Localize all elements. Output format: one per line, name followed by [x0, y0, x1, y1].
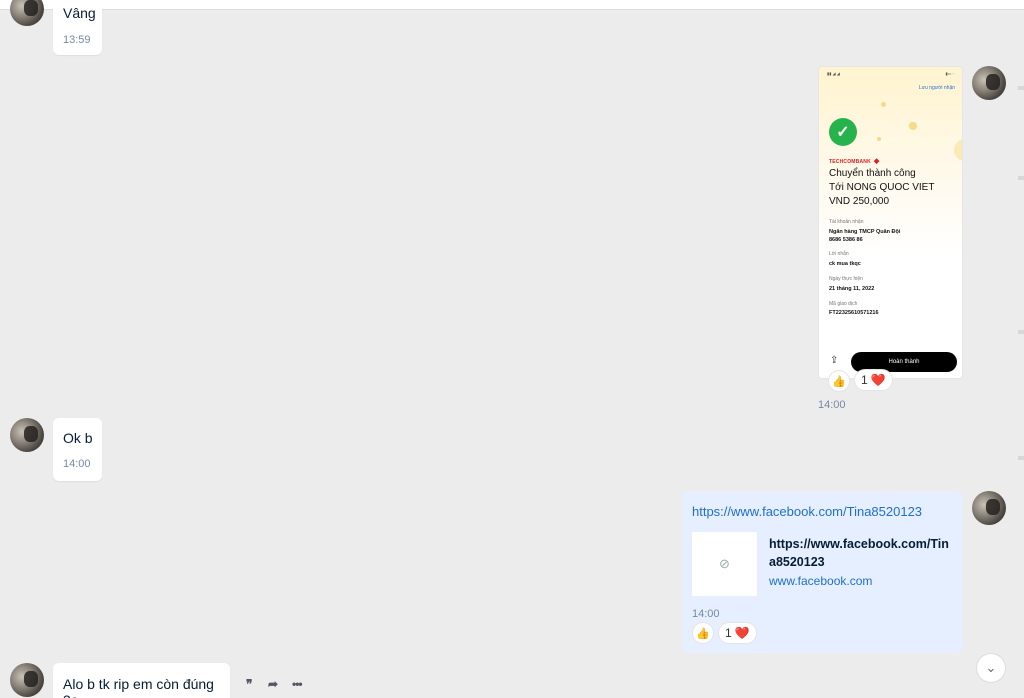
date-label: Ngày thực hiện — [829, 276, 863, 282]
success-check-icon: ✓ — [829, 118, 857, 146]
avatar-contact[interactable] — [10, 418, 44, 452]
message-value: ck mua tkqc — [829, 261, 861, 267]
link-icon: ⊘ — [719, 556, 730, 571]
account-label: Tài khoản nhận — [829, 219, 864, 225]
save-recipient-link: Lưu người nhận — [918, 85, 955, 91]
avatar-self[interactable] — [972, 491, 1006, 525]
bank-name: TECHCOMBANK — [829, 159, 871, 165]
forward-icon[interactable]: ➦ — [268, 677, 278, 691]
scroll-marker — [1018, 176, 1024, 180]
account-number: 8686 5386 86 — [829, 237, 863, 243]
message-time: 14:00 — [818, 399, 846, 411]
message-bubble-incoming[interactable]: Alo b tk rip em còn đúng 3c — [53, 663, 230, 698]
receipt-image[interactable]: ▮▮ ◢ ◢ ▮▭ ◦ Lưu người nhận ✓ TECHCOMBANK… — [818, 66, 963, 379]
reaction-pill[interactable]: 1 ❤️ — [855, 370, 892, 390]
reaction-pill[interactable]: 1 ❤️ — [719, 623, 756, 643]
txn-label: Mã giao dịch — [829, 301, 858, 307]
scroll-marker — [1018, 86, 1024, 90]
decor-dot — [877, 137, 881, 141]
quote-icon[interactable]: ❞ — [246, 677, 252, 691]
top-bar — [0, 0, 1024, 10]
bank-logo: TECHCOMBANK ◆ — [829, 157, 880, 165]
avatar-self[interactable] — [972, 66, 1006, 100]
decor-dot — [881, 102, 886, 107]
link-preview-domain[interactable]: www.facebook.com — [769, 574, 872, 588]
message-text: Alo b tk rip em còn đúng 3c — [63, 676, 214, 698]
scroll-marker — [1018, 456, 1024, 460]
avatar-contact[interactable] — [10, 0, 44, 26]
message-text: Ok b — [63, 430, 93, 446]
like-icon: 👍 — [832, 375, 846, 388]
message-time: 14:00 — [63, 458, 91, 470]
reaction-count: 1 — [861, 373, 868, 387]
message-time: 14:00 — [692, 608, 720, 620]
message-link[interactable]: https://www.facebook.com/Tina8520123 — [692, 504, 922, 519]
link-preview-title[interactable]: https://www.facebook.com/Tina8520123 — [769, 535, 954, 571]
date-value: 21 tháng 11, 2022 — [829, 286, 875, 292]
chevron-down-icon: ⌄ — [985, 660, 997, 675]
decor-dot — [954, 139, 962, 161]
receipt-line1: Chuyển thành công — [829, 168, 916, 179]
message-time: 13:59 — [63, 34, 91, 46]
heart-icon: ❤️ — [734, 626, 750, 640]
message-bubble-incoming[interactable]: Ok b 14:00 — [53, 418, 102, 481]
message-text: Vâng — [63, 5, 96, 21]
done-button: Hoàn thành — [851, 352, 957, 372]
txn-value: FT22325610571216 — [829, 310, 879, 316]
heart-icon: ❤️ — [870, 373, 886, 387]
phone-status-left: ▮▮ ◢ ◢ — [827, 71, 840, 76]
avatar-contact[interactable] — [10, 663, 44, 697]
receipt-line2: Tới NONG QUOC VIET — [829, 182, 935, 193]
account-bank: Ngân hàng TMCP Quân Đội — [829, 229, 901, 235]
phone-status-right: ▮▭ ◦ — [945, 71, 954, 76]
like-icon: 👍 — [696, 627, 710, 640]
message-bubble-outgoing[interactable]: https://www.facebook.com/Tina8520123 ⊘ h… — [682, 491, 963, 653]
receipt-amount: VND 250,000 — [829, 196, 890, 207]
bank-mark-icon: ◆ — [873, 158, 880, 165]
decor-dot — [909, 122, 917, 130]
message-label: Lời nhắn — [829, 251, 849, 257]
message-bubble-incoming[interactable]: Vâng 13:59 — [53, 0, 102, 55]
like-button[interactable]: 👍 — [829, 371, 849, 391]
reaction-count: 1 — [725, 626, 732, 640]
link-preview-thumbnail[interactable]: ⊘ — [692, 532, 757, 596]
more-options-icon[interactable]: ••• — [292, 677, 303, 691]
like-button[interactable]: 👍 — [693, 623, 713, 643]
scroll-to-bottom-button[interactable]: ⌄ — [977, 654, 1005, 682]
scroll-marker — [1018, 330, 1024, 334]
share-icon: ⇪ — [830, 355, 839, 366]
